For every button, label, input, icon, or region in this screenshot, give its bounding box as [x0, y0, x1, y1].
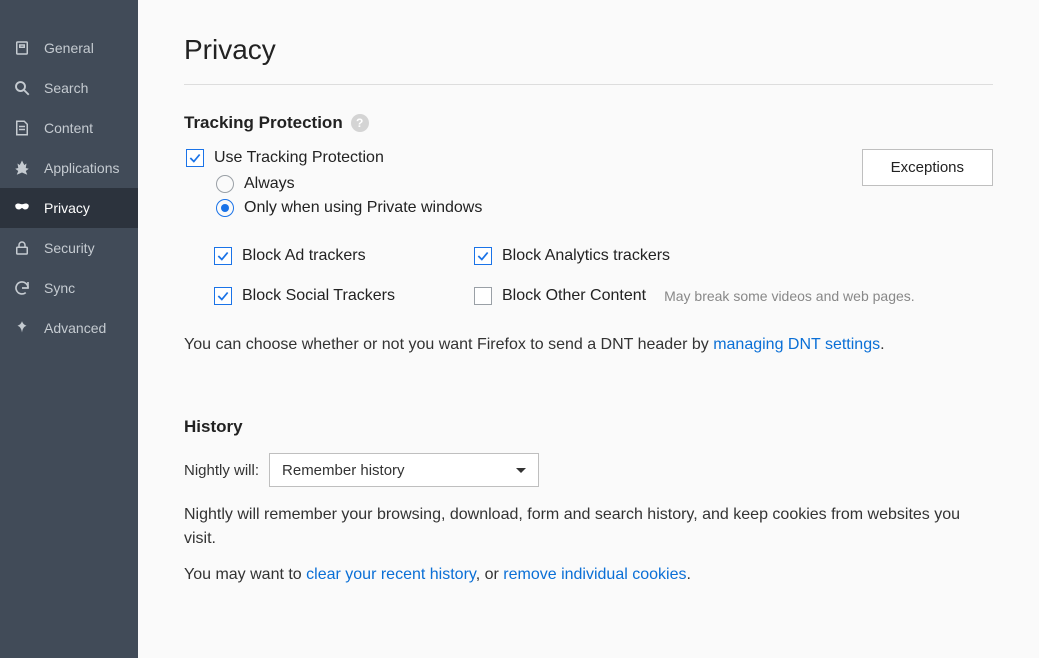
sidebar-item-advanced[interactable]: Advanced: [0, 308, 138, 348]
chevron-down-icon: [516, 468, 526, 473]
sidebar-item-security[interactable]: Security: [0, 228, 138, 268]
search-icon: [12, 78, 32, 98]
sidebar-item-label: Privacy: [44, 200, 90, 216]
sync-icon: [12, 278, 32, 298]
sidebar-item-applications[interactable]: Applications: [0, 148, 138, 188]
sidebar-item-label: Security: [44, 240, 95, 256]
applications-icon: [12, 158, 32, 178]
preferences-sidebar: General Search Content Applications Priv…: [0, 0, 138, 658]
sidebar-item-content[interactable]: Content: [0, 108, 138, 148]
tracking-private-radio[interactable]: [216, 199, 234, 217]
history-heading: History: [184, 417, 243, 437]
dnt-text: You can choose whether or not you want F…: [184, 333, 993, 357]
title-divider: [184, 84, 993, 85]
block-ad-label: Block Ad trackers: [242, 247, 366, 265]
dnt-pre: You can choose whether or not you want F…: [184, 336, 713, 353]
sidebar-item-label: General: [44, 40, 94, 56]
exceptions-button[interactable]: Exceptions: [862, 149, 993, 186]
sidebar-item-search[interactable]: Search: [0, 68, 138, 108]
history-mode-select[interactable]: Remember history: [269, 453, 539, 487]
history-mid: , or: [476, 566, 504, 583]
history-suffix-pre: You may want to: [184, 566, 306, 583]
use-tracking-protection-label: Use Tracking Protection: [214, 149, 384, 167]
general-icon: [12, 38, 32, 58]
block-analytics-label: Block Analytics trackers: [502, 247, 670, 265]
sidebar-item-label: Advanced: [44, 320, 106, 336]
tracking-always-radio[interactable]: [216, 175, 234, 193]
content-icon: [12, 118, 32, 138]
advanced-icon: [12, 318, 32, 338]
block-other-label: Block Other Content: [502, 287, 646, 305]
history-links: You may want to clear your recent histor…: [184, 563, 993, 587]
block-other-checkbox[interactable]: [474, 287, 492, 305]
clear-history-link[interactable]: clear your recent history: [306, 566, 476, 583]
block-social-label: Block Social Trackers: [242, 287, 395, 305]
remove-cookies-link[interactable]: remove individual cookies: [503, 566, 686, 583]
page-title: Privacy: [184, 34, 993, 66]
lock-icon: [12, 238, 32, 258]
block-analytics-checkbox[interactable]: [474, 247, 492, 265]
sidebar-item-label: Sync: [44, 280, 75, 296]
sidebar-item-label: Content: [44, 120, 93, 136]
sidebar-item-sync[interactable]: Sync: [0, 268, 138, 308]
help-icon[interactable]: ?: [351, 114, 369, 132]
tracking-private-label: Only when using Private windows: [244, 199, 482, 217]
main-panel: Privacy Tracking Protection ? Use Tracki…: [138, 0, 1039, 658]
history-desc: Nightly will remember your browsing, dow…: [184, 503, 993, 551]
dnt-post: .: [880, 336, 884, 353]
sidebar-item-general[interactable]: General: [0, 28, 138, 68]
block-ad-checkbox[interactable]: [214, 247, 232, 265]
history-select-value: Remember history: [282, 462, 405, 479]
sidebar-item-privacy[interactable]: Privacy: [0, 188, 138, 228]
tracking-heading: Tracking Protection: [184, 113, 343, 133]
block-other-hint: May break some videos and web pages.: [664, 288, 915, 304]
history-post: .: [686, 566, 690, 583]
dnt-settings-link[interactable]: managing DNT settings: [713, 336, 880, 353]
tracking-always-label: Always: [244, 175, 295, 193]
sidebar-item-label: Applications: [44, 160, 120, 176]
privacy-mask-icon: [12, 198, 32, 218]
block-social-checkbox[interactable]: [214, 287, 232, 305]
use-tracking-protection-checkbox[interactable]: [186, 149, 204, 167]
sidebar-item-label: Search: [44, 80, 88, 96]
history-prefix: Nightly will:: [184, 462, 259, 479]
